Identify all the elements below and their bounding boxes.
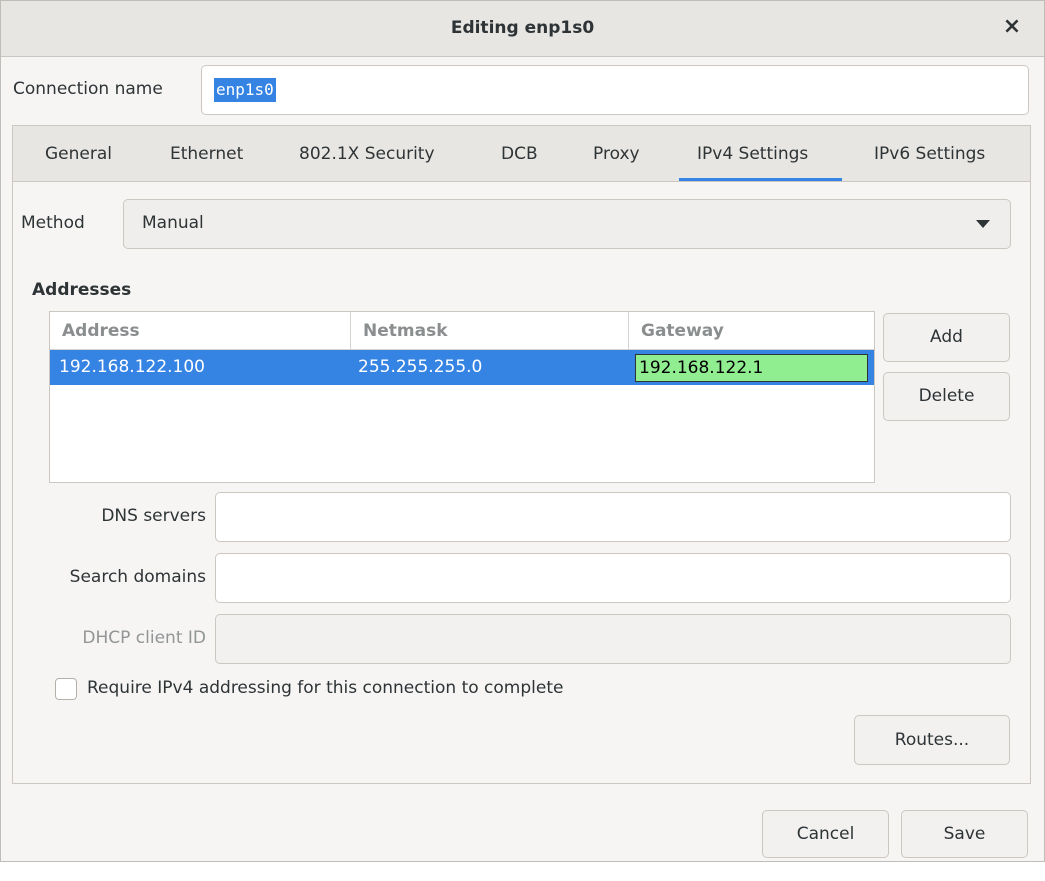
require-ipv4-label[interactable]: Require IPv4 addressing for this connect…: [87, 678, 563, 698]
tab-ipv6-settings[interactable]: IPv6 Settings: [874, 144, 985, 164]
save-button[interactable]: Save: [901, 810, 1028, 858]
dns-servers-input[interactable]: [215, 492, 1011, 542]
active-tab-indicator: [679, 178, 842, 181]
tab-proxy[interactable]: Proxy: [593, 144, 640, 164]
netmask-cell[interactable]: 255.255.255.0: [358, 357, 482, 377]
add-address-button[interactable]: Add: [883, 313, 1010, 362]
delete-address-button[interactable]: Delete: [883, 372, 1010, 421]
window-title: Editing enp1s0: [450, 18, 595, 38]
tab-bar: General Ethernet 802.1X Security DCB Pro…: [13, 126, 1030, 182]
addresses-table[interactable]: Address Netmask Gateway 192.168.122.100 …: [49, 311, 875, 483]
search-domains-label: Search domains: [69, 567, 206, 587]
addresses-heading: Addresses: [32, 280, 132, 300]
tab-8021x-security[interactable]: 802.1X Security: [299, 144, 435, 164]
tab-general[interactable]: General: [45, 144, 112, 164]
column-header-gateway[interactable]: Gateway: [629, 312, 874, 350]
routes-button[interactable]: Routes...: [854, 715, 1010, 765]
dhcp-client-id-label: DHCP client ID: [82, 628, 206, 648]
tab-dcb[interactable]: DCB: [501, 144, 538, 164]
method-dropdown[interactable]: Manual: [123, 199, 1011, 249]
column-header-address[interactable]: Address: [50, 312, 351, 350]
edit-connection-dialog: Editing enp1s0 × Connection name enp1s0 …: [0, 0, 1045, 862]
search-domains-input[interactable]: [215, 553, 1011, 603]
tab-ipv4-settings[interactable]: IPv4 Settings: [697, 144, 808, 164]
gateway-cell-editor[interactable]: 192.168.122.1: [635, 354, 868, 382]
require-ipv4-checkbox[interactable]: [55, 678, 77, 700]
connection-name-value: enp1s0: [214, 78, 276, 102]
dropdown-arrow-icon: [976, 220, 990, 228]
tab-ethernet[interactable]: Ethernet: [170, 144, 243, 164]
table-row[interactable]: 192.168.122.100 255.255.255.0 192.168.12…: [50, 350, 874, 385]
connection-name-input[interactable]: enp1s0: [201, 65, 1029, 115]
dhcp-client-id-input: [215, 614, 1011, 664]
method-value: Manual: [142, 213, 204, 233]
address-cell[interactable]: 192.168.122.100: [59, 357, 205, 377]
close-icon[interactable]: ×: [998, 13, 1026, 41]
method-label: Method: [21, 213, 85, 233]
title-bar: Editing enp1s0 ×: [1, 1, 1044, 57]
connection-name-label: Connection name: [13, 79, 163, 99]
cancel-button[interactable]: Cancel: [762, 810, 889, 858]
column-header-netmask[interactable]: Netmask: [351, 312, 629, 350]
dns-servers-label: DNS servers: [101, 506, 206, 526]
